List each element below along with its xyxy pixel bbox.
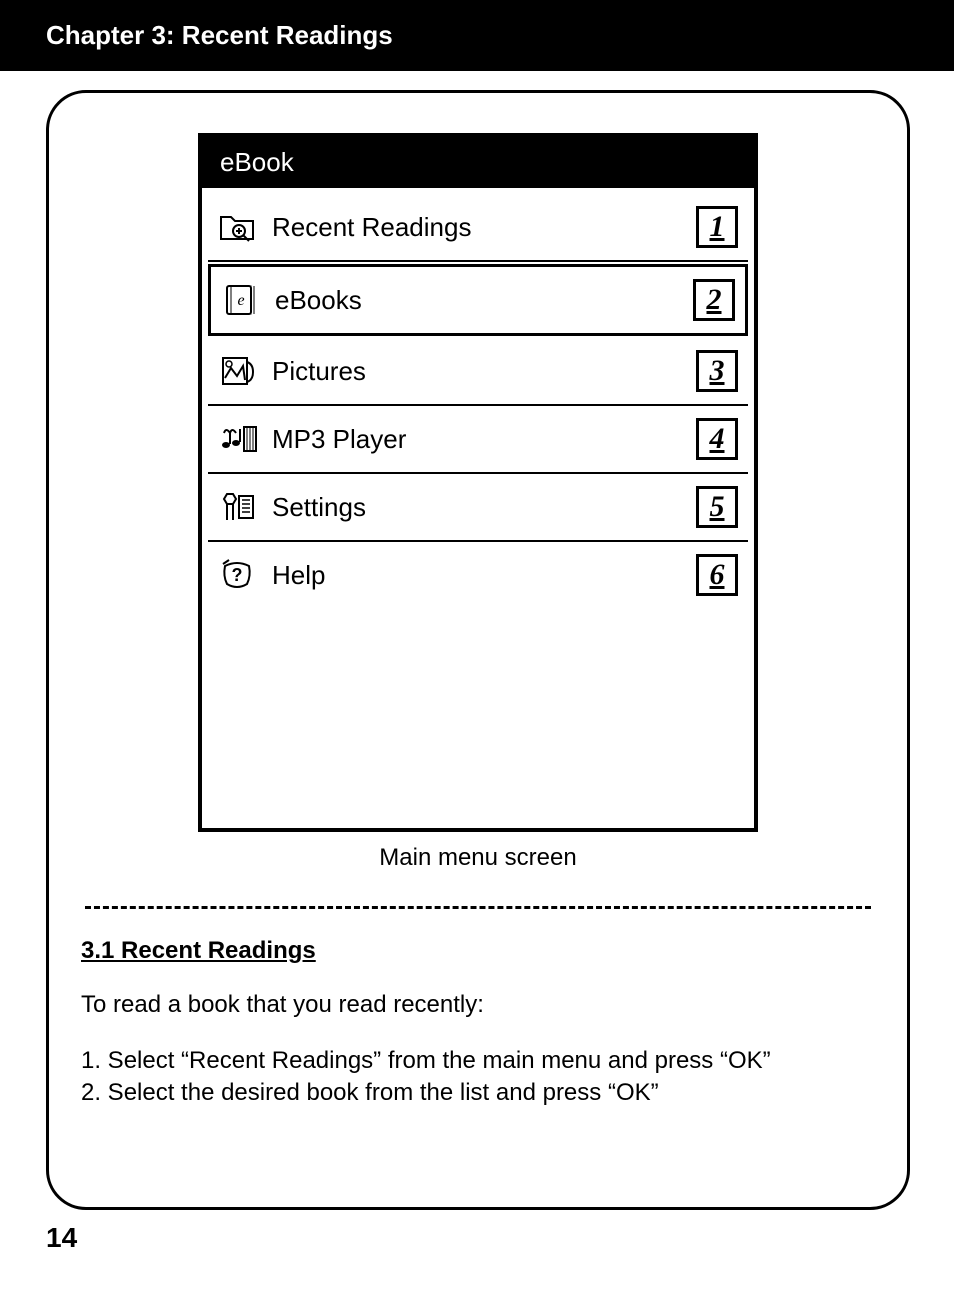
chapter-header: Chapter 3: Recent Readings	[0, 0, 954, 71]
menu-list: Recent Readings 1 e eBooks 2	[202, 188, 754, 828]
menu-item-label: Help	[272, 560, 696, 591]
menu-item-mp3-player[interactable]: MP3 Player 4	[208, 406, 748, 474]
section-heading: 3.1 Recent Readings	[81, 937, 875, 965]
svg-text:e: e	[237, 292, 244, 309]
menu-item-settings[interactable]: Settings 5	[208, 474, 748, 542]
menu-item-number: 5	[696, 486, 738, 528]
svg-text:?: ?	[232, 565, 243, 585]
help-icon: ?	[218, 557, 258, 593]
menu-item-number: 1	[696, 206, 738, 248]
recent-readings-icon	[218, 209, 258, 245]
pictures-icon	[218, 353, 258, 389]
menu-item-number: 6	[696, 554, 738, 596]
menu-item-label: Pictures	[272, 356, 696, 387]
menu-item-help[interactable]: ? Help 6	[208, 542, 748, 608]
mp3-player-icon	[218, 421, 258, 457]
screen-caption: Main menu screen	[81, 844, 875, 872]
ebooks-icon: e	[221, 282, 261, 318]
menu-item-number: 4	[696, 418, 738, 460]
menu-item-number: 2	[693, 279, 735, 321]
menu-item-ebooks[interactable]: e eBooks 2	[208, 264, 748, 336]
menu-item-label: MP3 Player	[272, 424, 696, 455]
step-item: 1. Select “Recent Readings” from the mai…	[81, 1045, 875, 1077]
menu-item-label: Recent Readings	[272, 212, 696, 243]
menu-item-label: Settings	[272, 492, 696, 523]
menu-item-recent-readings[interactable]: Recent Readings 1	[208, 194, 748, 262]
menu-item-number: 3	[696, 350, 738, 392]
section-divider	[85, 906, 871, 909]
menu-item-label: eBooks	[275, 285, 693, 316]
section-steps: 1. Select “Recent Readings” from the mai…	[81, 1045, 875, 1110]
settings-icon	[218, 489, 258, 525]
menu-item-pictures[interactable]: Pictures 3	[208, 338, 748, 406]
section-intro: To read a book that you read recently:	[81, 991, 875, 1019]
page-frame: eBook Recent Readings 1	[46, 90, 910, 1210]
device-header: eBook	[202, 137, 754, 188]
device-screen: eBook Recent Readings 1	[198, 133, 758, 832]
step-item: 2. Select the desired book from the list…	[81, 1077, 875, 1109]
page-number: 14	[46, 1222, 77, 1254]
